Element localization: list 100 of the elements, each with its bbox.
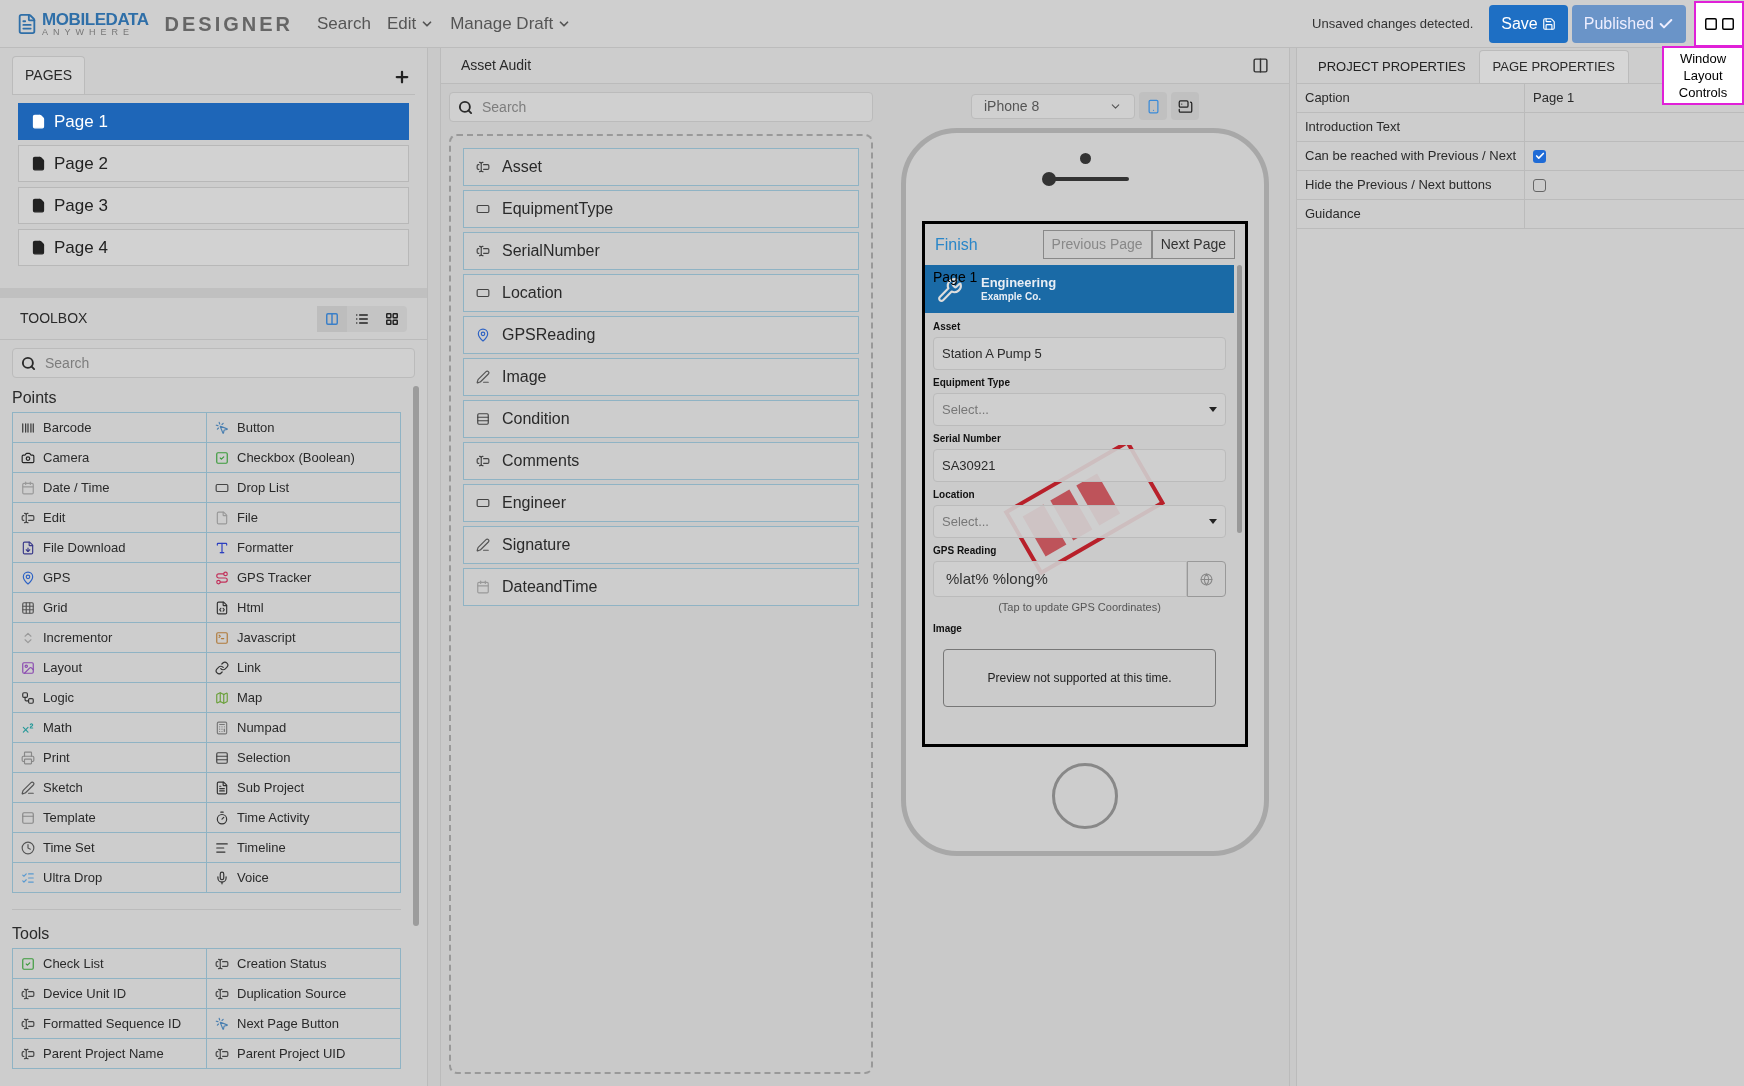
file-icon	[215, 510, 229, 525]
field-item[interactable]: Location	[463, 274, 859, 312]
field-item[interactable]: EquipmentType	[463, 190, 859, 228]
field-item[interactable]: DateandTime	[463, 568, 859, 606]
gps-input[interactable]: %lat% %long%	[933, 561, 1187, 597]
field-item[interactable]: Condition	[463, 400, 859, 438]
toolbox-item[interactable]: Check List	[13, 949, 207, 979]
toolbox-item[interactable]: Numpad	[207, 713, 401, 743]
toolbox-item[interactable]: Time Set	[13, 833, 207, 863]
field-label: Serial Number	[933, 432, 1002, 446]
field-item[interactable]: Comments	[463, 442, 859, 480]
search-field[interactable]: Search	[449, 92, 873, 122]
orientation-button[interactable]	[1171, 92, 1199, 120]
menu-item[interactable]: Edit	[386, 10, 435, 37]
toolbox-item[interactable]: File	[207, 503, 401, 533]
toolbox-item[interactable]: Map	[207, 683, 401, 713]
form-title: Asset Audit	[461, 56, 532, 75]
scrollbar[interactable]	[413, 386, 419, 926]
field-item[interactable]: Signature	[463, 526, 859, 564]
search-field[interactable]: Search	[12, 348, 415, 378]
field-item[interactable]: GPSReading	[463, 316, 859, 354]
add-icon[interactable]	[393, 68, 411, 86]
toolbox-item[interactable]: Date / Time	[13, 473, 207, 503]
phone-icon	[1145, 98, 1161, 114]
toolbox-item[interactable]: Html	[207, 593, 401, 623]
toolbox-item[interactable]: Logic	[13, 683, 207, 713]
page-item[interactable]: Page 4	[18, 229, 409, 266]
panel-icon[interactable]	[1703, 16, 1718, 31]
properties-tab[interactable]: PROJECT PROPERTIES	[1305, 50, 1479, 83]
toolbox-item[interactable]: Sub Project	[207, 773, 401, 803]
search-icon	[21, 356, 36, 371]
field-item[interactable]: SerialNumber	[463, 232, 859, 270]
page-item[interactable]: Page 3	[18, 187, 409, 224]
view-toggle[interactable]	[317, 305, 347, 332]
split-icon[interactable]	[1252, 57, 1269, 74]
toolbox-item[interactable]: Javascript	[207, 623, 401, 653]
device-select[interactable]: iPhone 8	[971, 93, 1135, 119]
nav-button[interactable]: Next Page	[1151, 230, 1235, 259]
toolbox-item[interactable]: Duplication Source	[207, 979, 401, 1009]
toolbox-item[interactable]: Math	[13, 713, 207, 743]
save-button[interactable]: Save	[1489, 4, 1568, 43]
toolbox-item[interactable]: Formatted Sequence ID	[13, 1009, 207, 1039]
company-name: Engineering	[981, 274, 1057, 291]
calculator-icon	[215, 720, 229, 735]
caret-icon	[1209, 407, 1217, 412]
text-cursor-icon	[21, 510, 35, 525]
field-item[interactable]: Image	[463, 358, 859, 396]
toolbox-item[interactable]: Timeline	[207, 833, 401, 863]
toolbox-item[interactable]: Print	[13, 743, 207, 773]
toolbox-item[interactable]: Button	[207, 413, 401, 443]
properties-tab[interactable]: PAGE PROPERTIES	[1478, 50, 1629, 83]
toolbox-item[interactable]: Selection	[207, 743, 401, 773]
toolbox-item[interactable]: Grid	[13, 593, 207, 623]
list-icon	[355, 311, 369, 326]
layout-controls[interactable]	[1694, 0, 1744, 47]
toolbox-item[interactable]: Camera	[13, 443, 207, 473]
calendar-icon	[476, 580, 490, 594]
toolbox-item[interactable]: Voice	[207, 863, 401, 893]
toolbox-item[interactable]: Sketch	[13, 773, 207, 803]
checkbox-icon	[215, 450, 229, 465]
toolbox-item[interactable]: GPS	[13, 563, 207, 593]
pen-icon	[476, 538, 490, 552]
checkbox[interactable]	[1533, 149, 1546, 163]
toolbox-item[interactable]: Ultra Drop	[13, 863, 207, 893]
toolbox-item[interactable]: Template	[13, 803, 207, 833]
menu-item[interactable]: Manage Draft	[450, 10, 572, 37]
camera-icon	[1079, 153, 1091, 164]
text-cursor-icon	[215, 1046, 229, 1061]
toolbox-item[interactable]: Link	[207, 653, 401, 683]
page-item[interactable]: Page 1	[18, 103, 409, 140]
menu-item[interactable]: Search	[317, 10, 371, 37]
scrollbar[interactable]	[1237, 265, 1242, 533]
toolbox-item[interactable]: Formatter	[207, 533, 401, 563]
caret-icon	[1209, 519, 1217, 524]
checkbox[interactable]	[1533, 178, 1546, 192]
field-item[interactable]: Engineer	[463, 484, 859, 522]
field-item[interactable]: Asset	[463, 148, 859, 186]
toolbox-item[interactable]: Checkbox (Boolean)	[207, 443, 401, 473]
page-item[interactable]: Page 2	[18, 145, 409, 182]
toolbox-item[interactable]: Incrementor	[13, 623, 207, 653]
toolbox-item[interactable]: Drop List	[207, 473, 401, 503]
toolbox-item[interactable]: Next Page Button	[207, 1009, 401, 1039]
toolbox-item[interactable]: Creation Status	[207, 949, 401, 979]
toolbox-item[interactable]: Parent Project Name	[13, 1039, 207, 1069]
image-field[interactable]: Preview not supported at this time.	[943, 648, 1216, 707]
toolbox-item[interactable]: Parent Project UID	[207, 1039, 401, 1069]
toolbox-item[interactable]: Barcode	[13, 413, 207, 443]
text-input[interactable]: SA30921	[933, 449, 1226, 482]
toolbox-item[interactable]: Edit	[13, 503, 207, 533]
toolbox-item[interactable]: File Download	[13, 533, 207, 563]
toolbox-item[interactable]: Layout	[13, 653, 207, 683]
toolbox-item[interactable]: GPS Tracker	[207, 563, 401, 593]
toolbox-item[interactable]: Device Unit ID	[13, 979, 207, 1009]
pages-tab[interactable]: PAGES	[12, 56, 86, 94]
pen-icon	[476, 370, 490, 384]
page-icon	[31, 240, 46, 255]
rectangle-icon	[476, 286, 490, 300]
text-input[interactable]: Station A Pump 5	[933, 337, 1226, 370]
toolbox-item[interactable]: Time Activity	[207, 803, 401, 833]
panel-icon[interactable]	[1720, 16, 1735, 31]
